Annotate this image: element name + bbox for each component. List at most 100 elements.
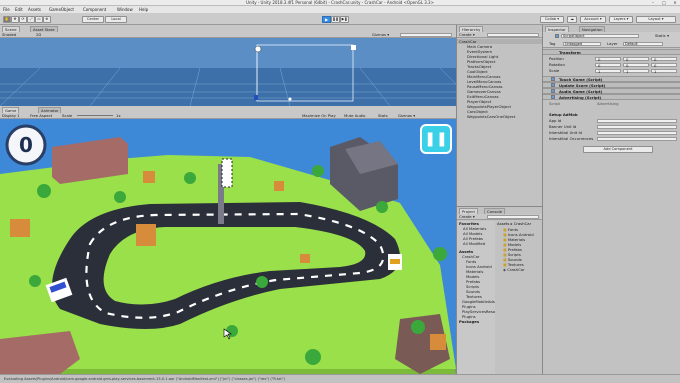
transform-rows: Position 0 0 0 Rotation 0 0 0 Scale 1 1 … — [543, 56, 680, 74]
packages-header[interactable]: Packages — [457, 319, 495, 324]
space-toggle[interactable]: Local — [105, 16, 127, 23]
app-id-label: App Id — [549, 118, 562, 123]
aspect-dropdown[interactable]: Free Aspect — [28, 113, 52, 118]
scene-search-input[interactable] — [400, 33, 452, 37]
script-value[interactable]: Advertising — [595, 101, 618, 106]
shaded-dropdown[interactable]: Shaded — [0, 32, 16, 37]
interstitial-occurrences-input[interactable] — [597, 137, 677, 141]
hierarchy-item[interactable]: WaypointsCarsOneObject — [465, 114, 543, 119]
play-button[interactable]: ▶ — [322, 16, 331, 23]
transform-row-scale: Scale 1 1 1 — [543, 68, 680, 74]
menu-edit[interactable]: Edit — [15, 6, 23, 13]
favorite-item[interactable]: All Modified — [457, 241, 495, 246]
rect-tool-icon[interactable]: ▭ — [35, 16, 43, 23]
layout-dropdown[interactable]: Layout ▾ — [636, 16, 676, 23]
menu-bar: File Edit Assets GameObject Component Wi… — [0, 6, 680, 13]
project-folder-grid: ■ Fonts ■ Icons Android ■ Materials ■ Mo… — [501, 227, 543, 272]
project-search-input[interactable] — [487, 215, 539, 219]
component-checkbox[interactable] — [551, 89, 555, 93]
layers-dropdown[interactable]: Layers ▾ — [609, 16, 633, 23]
script-label: Script — [549, 101, 561, 106]
scale-tool-icon[interactable]: ⤢ — [27, 16, 35, 23]
project-toolbar: Create ▾ — [457, 214, 543, 220]
layer-label: Layer — [607, 41, 618, 46]
component-checkbox[interactable] — [551, 77, 555, 81]
layer-dropdown[interactable]: Default — [623, 42, 663, 46]
camera-gizmo-icon[interactable] — [254, 45, 262, 53]
active-checkbox[interactable] — [555, 34, 559, 38]
status-text: Evaluating Assets/Plugins/Android/com.go… — [4, 377, 285, 381]
game-viewport[interactable] — [0, 119, 456, 374]
cloud-icon[interactable]: ☁ — [567, 16, 577, 23]
pivot-toggle[interactable]: Center — [82, 16, 104, 23]
pause-button-gizmo-icon — [351, 45, 356, 50]
scene-panel: Scene Asset Store Shaded 2D Gizmos ▾ — [0, 25, 456, 106]
scale-label: Scale — [62, 113, 73, 118]
banner-unit-id-label: Banner Unit Id — [549, 124, 577, 129]
hierarchy-search-input[interactable] — [487, 33, 539, 37]
scene-gizmos-dropdown[interactable]: Gizmos ▾ — [370, 32, 389, 37]
menu-file[interactable]: File — [3, 6, 10, 13]
scene-asset-item[interactable]: ◆ CrashCar — [501, 267, 543, 272]
admob-fields: App Id Banner Unit Id Interstitial Unit … — [543, 118, 680, 142]
maximize-on-play-toggle[interactable]: Maximize On Play — [300, 113, 336, 118]
interstitial-unit-id-label: Interstitial Unit Id — [549, 130, 583, 135]
2d-toggle[interactable]: 2D — [34, 32, 41, 37]
transform-tool-icon[interactable]: ⊕ — [43, 16, 51, 23]
project-tree: Favorites All Materials All Models All P… — [457, 221, 495, 375]
menu-component[interactable]: Component — [83, 6, 106, 13]
inspector-header: ScriptObject Static ▾ Tag Untagged Layer… — [543, 32, 680, 48]
scale-value: 1x — [116, 113, 121, 118]
project-breadcrumb: Assets ▸ CrashCar — [497, 221, 543, 226]
component-header[interactable]: Advertising (Script) — [543, 94, 680, 100]
hierarchy-panel: Hierarchy Create ▾ CrashCar Main Camera … — [456, 25, 543, 206]
add-component-button[interactable]: Add Component — [583, 146, 653, 153]
project-panel: Project Console Create ▾ Favorites All M… — [456, 206, 543, 375]
transform-section-header[interactable]: Transform — [543, 49, 680, 55]
hierarchy-toolbar: Create ▾ — [457, 32, 543, 38]
scale-slider[interactable] — [77, 115, 113, 116]
tag-label: Tag — [549, 41, 556, 46]
collab-dropdown[interactable]: Collab ▾ — [540, 16, 564, 23]
score-value: 0 — [19, 133, 33, 157]
status-bar: Evaluating Assets/Plugins/Android/com.go… — [0, 374, 680, 383]
main-toolbar: ✋ ✥ ⟳ ⤢ ▭ ⊕ Center Local ▶ ❚❚ ▶❚ Collab … — [0, 13, 680, 25]
menu-assets[interactable]: Assets — [28, 6, 41, 13]
inspector-panel: Inspector Navigation ScriptObject Static… — [542, 25, 680, 374]
interstitial-unit-id-input[interactable] — [597, 131, 677, 135]
component-list: Touch Game (Script) Update Score (Script… — [543, 76, 680, 100]
breadcrumb-separator: ▸ — [510, 221, 513, 226]
scene-viewport[interactable] — [0, 38, 456, 106]
interstitial-occurrences-label: Interstitial Occurrences — [549, 136, 594, 141]
admob-header: Setup AdMob — [549, 112, 578, 117]
object-name-field[interactable]: ScriptObject — [561, 34, 639, 38]
breadcrumb-assets[interactable]: Assets — [497, 221, 509, 226]
pause-button[interactable]: ❚❚ — [331, 16, 340, 23]
banner-unit-id-input[interactable] — [597, 125, 677, 129]
game-pause-icon[interactable]: ❚❚ — [421, 125, 451, 153]
component-checkbox[interactable] — [551, 95, 555, 99]
menu-gameobject[interactable]: GameObject — [49, 6, 74, 13]
mute-audio-toggle[interactable]: Mute Audio — [342, 113, 366, 118]
display-dropdown[interactable]: Display 1 — [0, 113, 20, 118]
transform-title: Transform — [559, 50, 581, 55]
breadcrumb-folder[interactable]: CrashCar — [514, 221, 531, 226]
stats-toggle[interactable]: Stats — [376, 113, 388, 118]
project-create-dropdown[interactable]: Create ▾ — [457, 214, 475, 219]
hierarchy-create-dropdown[interactable]: Create ▾ — [457, 32, 475, 37]
hand-tool-icon[interactable]: ✋ — [3, 16, 11, 23]
hierarchy-list: Main Camera EventSystem Directional Ligh… — [465, 44, 543, 119]
rotate-tool-icon[interactable]: ⟳ — [19, 16, 27, 23]
move-tool-icon[interactable]: ✥ — [11, 16, 19, 23]
step-button[interactable]: ▶❚ — [340, 16, 349, 23]
game-panel: Game Animator Display 1 Free Aspect Scal… — [0, 106, 456, 374]
menu-help[interactable]: Help — [139, 6, 148, 13]
menu-window[interactable]: Window — [117, 6, 133, 13]
account-dropdown[interactable]: Account ▾ — [580, 16, 606, 23]
app-id-input[interactable] — [597, 119, 677, 123]
static-dropdown[interactable]: Static ▾ — [653, 33, 669, 38]
tag-dropdown[interactable]: Untagged — [563, 42, 601, 46]
component-checkbox[interactable] — [551, 83, 555, 87]
unity-scene-icon: ◆ — [503, 267, 506, 272]
game-gizmos-dropdown[interactable]: Gizmos ▾ — [396, 113, 415, 118]
